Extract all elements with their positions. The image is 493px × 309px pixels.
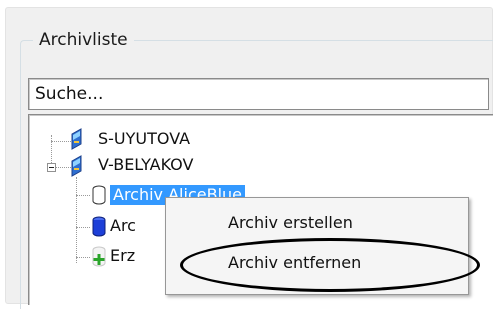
search-input[interactable]: Suche... bbox=[28, 78, 489, 110]
server-icon bbox=[71, 128, 82, 150]
add-icon bbox=[92, 246, 106, 267]
tree-item-label: Erz bbox=[110, 246, 136, 265]
archive-icon bbox=[92, 216, 106, 237]
tree-connector bbox=[76, 227, 90, 228]
menu-item-create-archive[interactable]: Archiv erstellen bbox=[228, 213, 353, 233]
archive-empty-icon bbox=[92, 185, 106, 205]
server-icon bbox=[71, 155, 82, 177]
tree-connector bbox=[56, 167, 71, 168]
tree-item-label: Arc bbox=[110, 216, 136, 235]
tree-item-label: S-UYUTOVA bbox=[98, 129, 191, 148]
tree-connector bbox=[76, 195, 90, 196]
tree-item-label: V-BELYAKOV bbox=[98, 155, 194, 174]
archive-list-title: Archivliste bbox=[33, 28, 134, 52]
tree-connector bbox=[51, 141, 71, 142]
tree-connector bbox=[76, 177, 77, 263]
highlight-annotation bbox=[180, 238, 480, 292]
collapse-toggle[interactable] bbox=[47, 163, 56, 172]
tree-connector bbox=[76, 257, 90, 258]
